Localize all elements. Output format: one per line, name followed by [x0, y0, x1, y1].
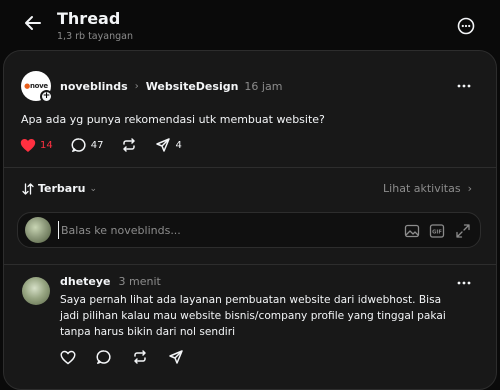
- post-body: Apa ada yg punya rekomendasi utk membuat…: [21, 113, 325, 126]
- comment-repost-button[interactable]: [132, 349, 148, 365]
- follow-plus-icon[interactable]: +: [40, 90, 53, 103]
- repost-button[interactable]: [121, 137, 137, 153]
- comment-icon: [96, 349, 112, 365]
- like-count: 14: [40, 139, 53, 151]
- expand-icon[interactable]: [455, 223, 471, 239]
- comment-reply-button[interactable]: [96, 349, 112, 365]
- sort-label: Terbaru: [38, 182, 86, 195]
- view-activity-link[interactable]: Lihat aktivitas ›: [383, 182, 472, 195]
- sort-dropdown[interactable]: Terbaru ⌄: [22, 182, 97, 195]
- comment-like-button[interactable]: [60, 350, 76, 365]
- post-time: 16 jam: [244, 80, 283, 93]
- share-count: 4: [175, 139, 182, 151]
- reply-input[interactable]: [58, 221, 358, 239]
- like-button[interactable]: 14: [20, 138, 53, 153]
- current-user-avatar: [25, 217, 51, 243]
- divider: [4, 264, 496, 265]
- comment-author-avatar[interactable]: [22, 277, 50, 305]
- page-title: Thread: [57, 9, 121, 28]
- sort-icon: [22, 182, 34, 195]
- repost-icon: [121, 137, 137, 153]
- comment-username[interactable]: dheteye: [60, 275, 111, 288]
- repost-icon: [132, 349, 148, 365]
- activity-label: Lihat aktivitas: [383, 182, 461, 195]
- gif-icon[interactable]: GIF: [429, 223, 445, 239]
- post-topic[interactable]: WebsiteDesign: [146, 80, 239, 93]
- thread-card: ●nove + noveblinds › WebsiteDesign 16 ja…: [3, 50, 497, 390]
- post-header: noveblinds › WebsiteDesign 16 jam: [60, 80, 282, 93]
- chevron-right-icon: ›: [134, 81, 139, 92]
- thread-header: Thread 1,3 rb tayangan: [0, 0, 500, 48]
- avatar-logo: ●nove: [24, 82, 48, 90]
- view-count: 1,3 rb tayangan: [57, 31, 133, 42]
- image-icon[interactable]: [404, 223, 420, 239]
- comment-time: 3 menit: [118, 275, 161, 288]
- share-button[interactable]: 4: [155, 137, 182, 153]
- post-more-icon[interactable]: [456, 81, 472, 91]
- more-circle-icon[interactable]: [456, 16, 476, 36]
- heart-icon: [60, 350, 76, 365]
- comment-share-button[interactable]: [168, 349, 184, 365]
- reply-composer: GIF: [17, 212, 481, 248]
- comment-header: dheteye 3 menit: [60, 275, 161, 288]
- svg-text:GIF: GIF: [432, 230, 442, 236]
- back-arrow-icon[interactable]: [22, 12, 44, 34]
- post-actions: 14 47 4: [20, 137, 200, 153]
- divider: [4, 167, 496, 168]
- comment-body: Saya pernah lihat ada layanan pembuatan …: [60, 294, 446, 338]
- comment-actions: [60, 349, 204, 365]
- comment-button[interactable]: 47: [71, 137, 104, 153]
- heart-icon: [20, 138, 36, 153]
- reply-count: 47: [90, 139, 104, 151]
- comment-icon: [71, 137, 87, 153]
- chevron-down-icon: ⌄: [89, 183, 98, 194]
- share-icon: [155, 137, 171, 153]
- comment-more-icon[interactable]: [456, 278, 472, 288]
- share-icon: [168, 349, 184, 365]
- chevron-right-icon: ›: [467, 182, 472, 195]
- post-username[interactable]: noveblinds: [60, 80, 128, 93]
